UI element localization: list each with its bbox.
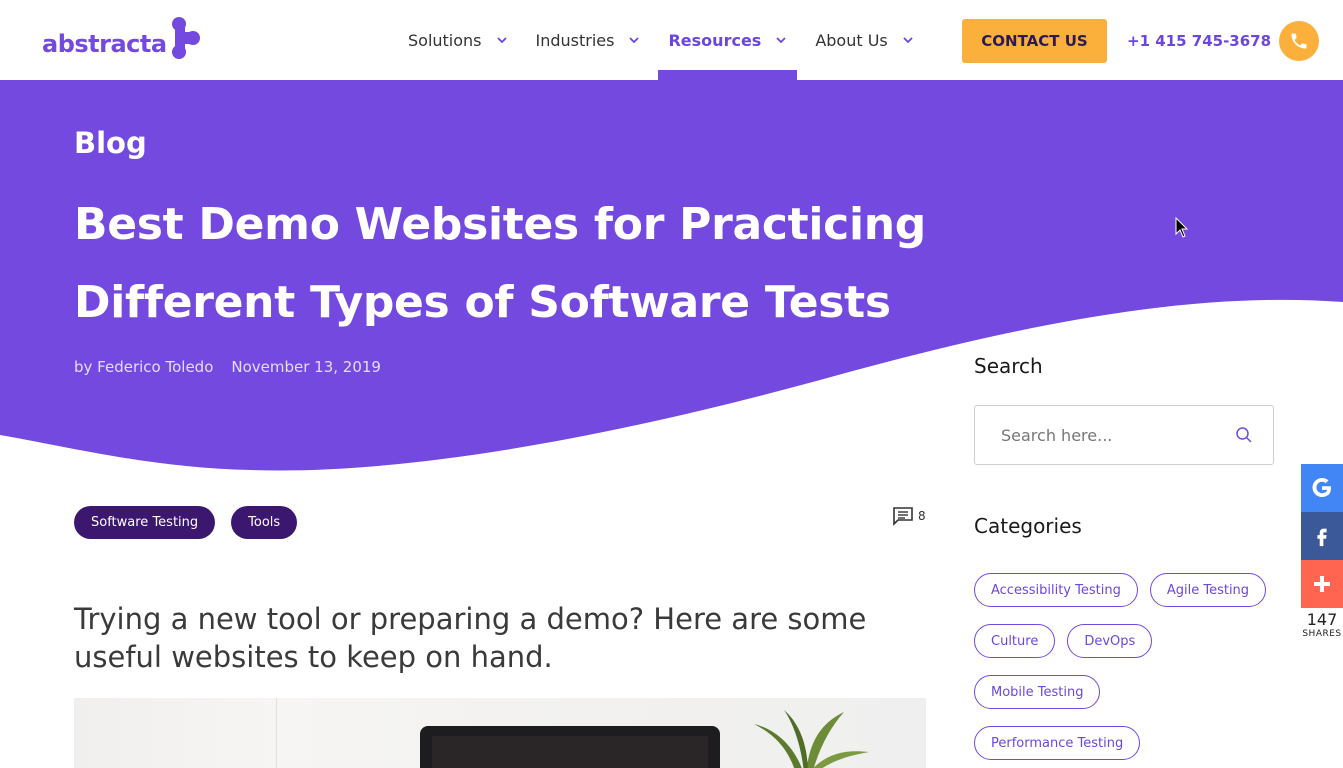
phone-link[interactable]: +1 415 745-3678: [1127, 20, 1320, 62]
post-lead: Trying a new tool or preparing a demo? H…: [74, 602, 867, 674]
post-featured-image: [74, 698, 926, 768]
nav-solutions-label: Solutions: [408, 30, 482, 50]
share-bar: 147 SHARES: [1301, 464, 1343, 639]
category-culture[interactable]: Culture: [974, 624, 1056, 658]
tag-software-testing[interactable]: Software Testing: [74, 506, 216, 539]
image-wall-edge: [276, 698, 277, 768]
search-icon[interactable]: [1235, 426, 1253, 444]
nav-about-label: About Us: [815, 30, 888, 50]
logo-text: abstracta: [42, 30, 167, 58]
post-title: Best Demo Websites for Practicing Differ…: [74, 186, 974, 342]
share-label: SHARES: [1302, 629, 1342, 639]
chevron-down-icon: [776, 37, 786, 44]
facebook-icon: [1317, 528, 1327, 547]
category-accessibility-testing[interactable]: Accessibility Testing: [974, 573, 1138, 607]
chevron-down-icon: [496, 37, 507, 44]
comment-count: 8: [918, 509, 926, 523]
google-share-button[interactable]: [1301, 464, 1343, 512]
site-header: abstracta Solutions Industries Resources…: [0, 0, 1343, 80]
post-title-line-1: Best Demo Websites for Practicing: [74, 199, 926, 250]
post-author[interactable]: by Federico Toledo: [74, 358, 213, 376]
share-count: 147: [1306, 610, 1338, 629]
logo-mark-icon: [171, 17, 200, 59]
search-input[interactable]: [1001, 425, 1221, 445]
mouse-cursor-icon: [1175, 217, 1189, 238]
post-meta: by Federico Toledo November 13, 2019: [74, 358, 381, 376]
category-performance-testing[interactable]: Performance Testing: [974, 726, 1141, 760]
main-nav: Solutions Industries Resources About Us: [398, 0, 924, 80]
category-agile-testing[interactable]: Agile Testing: [1149, 573, 1267, 607]
chevron-down-icon: [903, 37, 913, 44]
comment-icon: [893, 507, 913, 526]
image-plant: [754, 710, 869, 768]
chevron-down-icon: [629, 37, 640, 44]
image-laptop-screen: [432, 736, 708, 768]
search-box: [974, 405, 1274, 465]
nav-industries[interactable]: Industries: [526, 0, 651, 80]
contact-us-button[interactable]: CONTACT US: [962, 19, 1107, 63]
tag-tools[interactable]: Tools: [231, 506, 298, 539]
nav-resources[interactable]: Resources: [658, 0, 798, 80]
post-date: November 13, 2019: [231, 358, 381, 376]
facebook-share-button[interactable]: [1301, 512, 1343, 560]
search-heading: Search: [974, 354, 1043, 378]
more-share-button[interactable]: [1301, 560, 1343, 608]
post-tags: Software Testing Tools: [74, 506, 298, 539]
category-devops[interactable]: DevOps: [1067, 624, 1153, 658]
plus-icon: [1314, 576, 1330, 592]
abstracta-logo[interactable]: abstracta: [42, 14, 203, 60]
comments-link[interactable]: 8: [892, 506, 926, 526]
section-label: Blog: [74, 126, 147, 160]
categories-list: Accessibility Testing Agile Testing Cult…: [974, 573, 1294, 760]
phone-icon[interactable]: [1279, 21, 1320, 61]
nav-about-us[interactable]: About Us: [805, 0, 923, 80]
nav-resources-label: Resources: [668, 30, 762, 50]
category-mobile-testing[interactable]: Mobile Testing: [974, 675, 1101, 709]
categories-heading: Categories: [974, 514, 1082, 538]
google-icon: [1312, 478, 1331, 497]
nav-solutions[interactable]: Solutions: [398, 0, 518, 80]
nav-industries-label: Industries: [535, 30, 615, 50]
phone-number: +1 415 745-3678: [1127, 32, 1272, 50]
post-title-line-2: Different Types of Software Tests: [74, 277, 891, 328]
